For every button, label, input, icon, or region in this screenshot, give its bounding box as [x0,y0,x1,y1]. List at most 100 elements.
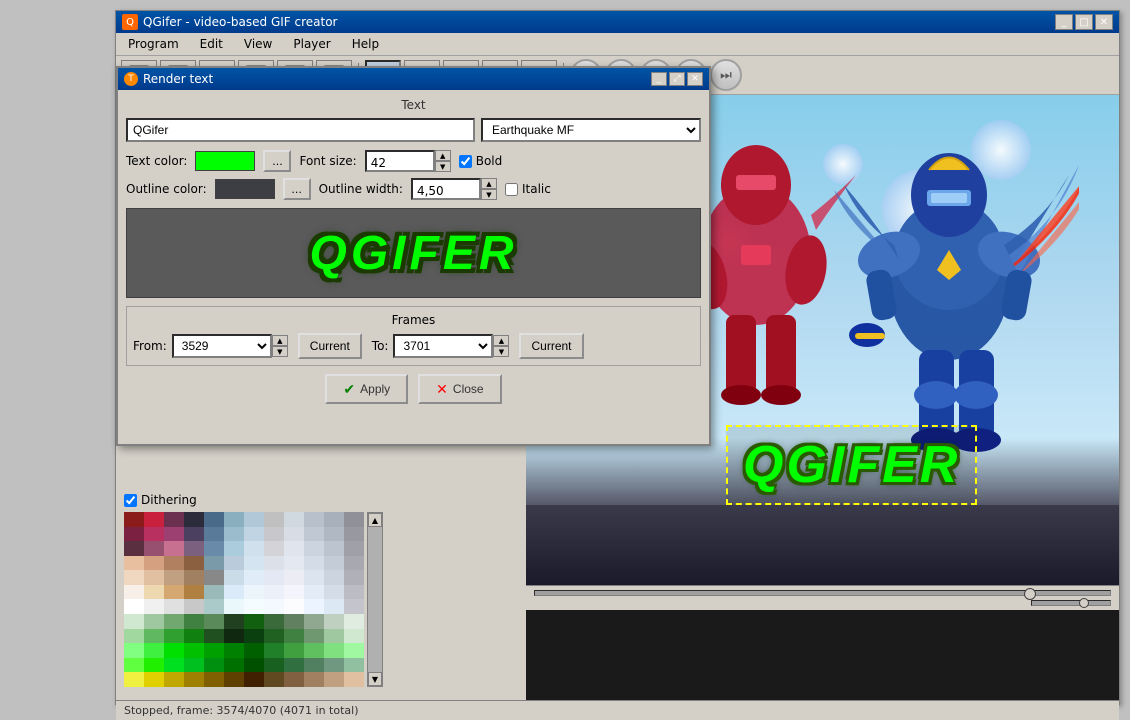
palette-cell[interactable] [244,541,264,556]
palette-cell[interactable] [344,672,364,687]
palette-cell[interactable] [304,643,324,658]
to-select[interactable]: 3701 [393,334,493,358]
seek-bar[interactable] [534,590,1111,596]
palette-cell[interactable] [304,541,324,556]
palette-cell[interactable] [184,614,204,629]
palette-cell[interactable] [164,541,184,556]
palette-cell[interactable] [324,643,344,658]
palette-cell[interactable] [224,643,244,658]
palette-cell[interactable] [164,585,184,600]
palette-cell[interactable] [304,614,324,629]
palette-cell[interactable] [184,629,204,644]
palette-cell[interactable] [284,527,304,542]
palette-cell[interactable] [324,614,344,629]
minimize-button[interactable]: _ [1055,14,1073,30]
palette-cell[interactable] [264,512,284,527]
font-size-input[interactable]: 42 [365,150,435,172]
palette-cell[interactable] [144,599,164,614]
palette-cell[interactable] [184,527,204,542]
maximize-button[interactable]: □ [1075,14,1093,30]
palette-cell[interactable] [304,629,324,644]
font-size-up[interactable]: ▲ [435,150,451,161]
palette-cell[interactable] [344,585,364,600]
palette-cell[interactable] [164,512,184,527]
apply-button[interactable]: ✔ Apply [325,374,408,404]
palette-cell[interactable] [204,614,224,629]
palette-cell[interactable] [264,599,284,614]
palette-cell[interactable] [244,527,264,542]
palette-cell[interactable] [224,672,244,687]
palette-cell[interactable] [144,570,164,585]
palette-cell[interactable] [264,570,284,585]
palette-cell[interactable] [344,527,364,542]
palette-cell[interactable] [204,541,224,556]
from-down[interactable]: ▼ [272,346,288,357]
outline-color-picker-btn[interactable]: ... [283,178,311,200]
palette-cell[interactable] [124,512,144,527]
palette-cell[interactable] [124,527,144,542]
palette-cell[interactable] [304,527,324,542]
palette-cell[interactable] [324,512,344,527]
palette-cell[interactable] [124,672,144,687]
palette-cell[interactable] [284,643,304,658]
menu-help[interactable]: Help [344,35,387,53]
outline-width-down[interactable]: ▼ [481,189,497,200]
palette-cell[interactable] [144,512,164,527]
palette-cell[interactable] [224,570,244,585]
menu-view[interactable]: View [236,35,280,53]
palette-cell[interactable] [184,512,204,527]
palette-cell[interactable] [184,541,204,556]
palette-cell[interactable] [144,658,164,673]
palette-cell[interactable] [164,672,184,687]
palette-cell[interactable] [144,541,164,556]
font-select[interactable]: Earthquake MF Arial Times New Roman Impa… [481,118,701,142]
palette-cell[interactable] [284,599,304,614]
palette-cell[interactable] [324,541,344,556]
palette-cell[interactable] [164,527,184,542]
text-color-swatch[interactable] [195,151,255,171]
palette-cell[interactable] [264,614,284,629]
from-up[interactable]: ▲ [272,335,288,346]
to-up[interactable]: ▲ [493,335,509,346]
text-color-picker-btn[interactable]: ... [263,150,291,172]
palette-cell[interactable] [344,629,364,644]
palette-cell[interactable] [184,599,204,614]
palette-cell[interactable] [124,541,144,556]
dithering-checkbox[interactable] [124,494,137,507]
outline-color-swatch[interactable] [215,179,275,199]
palette-cell[interactable] [124,614,144,629]
palette-cell[interactable] [124,658,144,673]
dialog-close-btn[interactable]: ✕ [687,72,703,86]
from-select[interactable]: 3529 [172,334,272,358]
font-size-down[interactable]: ▼ [435,161,451,172]
palette-cell[interactable] [244,614,264,629]
palette-cell[interactable] [244,672,264,687]
palette-cell[interactable] [204,570,224,585]
palette-cell[interactable] [344,541,364,556]
menu-player[interactable]: Player [285,35,338,53]
dialog-minimize-btn[interactable]: _ [651,72,667,86]
palette-scrollbar[interactable]: ▲ ▼ [367,512,383,687]
palette-cell[interactable] [204,512,224,527]
palette-cell[interactable] [144,556,164,571]
palette-cell[interactable] [284,541,304,556]
palette-cell[interactable] [204,672,224,687]
palette-cell[interactable] [164,570,184,585]
palette-cell[interactable] [284,585,304,600]
palette-cell[interactable] [264,629,284,644]
to-current-button[interactable]: Current [519,333,583,359]
palette-cell[interactable] [344,643,364,658]
palette-cell[interactable] [204,556,224,571]
close-button[interactable]: ✕ [1095,14,1113,30]
menu-edit[interactable]: Edit [192,35,231,53]
palette-cell[interactable] [244,570,264,585]
palette-cell[interactable] [184,556,204,571]
palette-cell[interactable] [124,570,144,585]
palette-cell[interactable] [144,672,164,687]
seek-thumb[interactable] [1024,588,1036,600]
palette-cell[interactable] [124,556,144,571]
palette-cell[interactable] [344,512,364,527]
palette-cell[interactable] [324,556,344,571]
to-down[interactable]: ▼ [493,346,509,357]
palette-cell[interactable] [124,643,144,658]
